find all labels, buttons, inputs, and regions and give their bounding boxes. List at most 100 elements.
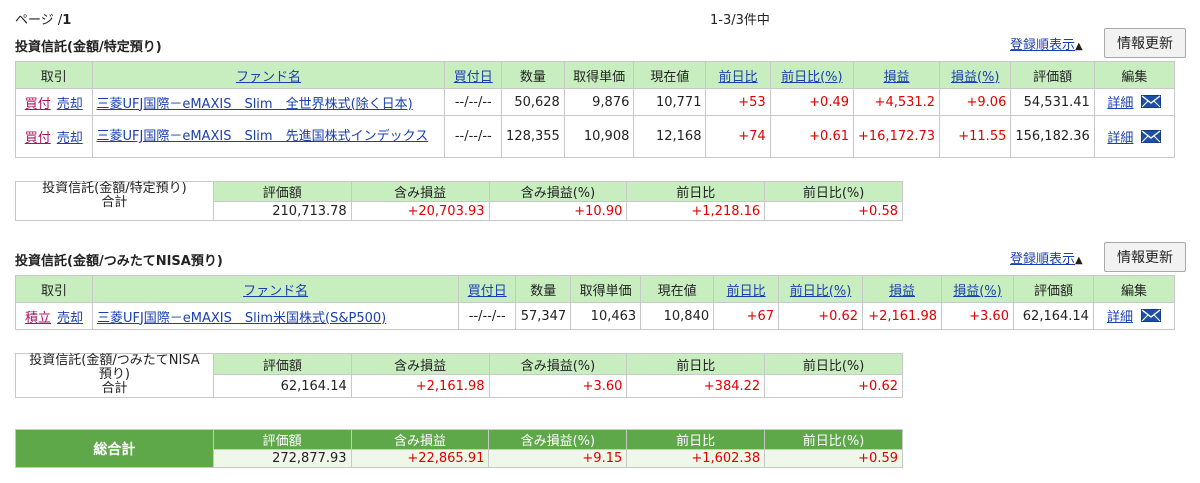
- col-pnl[interactable]: 損益: [852, 61, 941, 89]
- day-change-cell: +67: [713, 302, 780, 330]
- day-change-cell: +74: [705, 115, 771, 158]
- fund-table-tokutei: 取引 ファンド名 買付日 数量 取得単価 現在値 前日比 前日比(%) 損益 損…: [15, 61, 1176, 158]
- table-row: 積立 売却 三菱UFJ国際－eMAXIS Slim米国株式(S&P500) --/…: [15, 302, 1176, 330]
- summary-label-line: 合計: [101, 381, 128, 396]
- quantity-cell: 57,347: [515, 302, 572, 330]
- order-link-2[interactable]: 登録順表示▲: [1010, 248, 1083, 267]
- summary-label-line: 投資信託(金額/つみたてNISA: [29, 353, 200, 368]
- summary-label-line: 投資信託(金額/特定預り): [42, 181, 187, 196]
- col-fund-name[interactable]: ファンド名: [91, 61, 446, 89]
- edit-cell: 詳細: [1093, 115, 1176, 158]
- summary-day-change-pct: +0.62: [764, 374, 903, 398]
- col-current-price: 現在値: [640, 275, 715, 303]
- page-indicator: ページ /1: [15, 9, 71, 28]
- fund-name-link[interactable]: 三菱UFJ国際－eMAXIS Slim 全世界株式(除く日本): [97, 97, 413, 112]
- order-link-label[interactable]: 登録順表示: [1010, 252, 1075, 267]
- day-change-cell: +53: [705, 88, 771, 116]
- summary-unrealized-pct: +3.60: [488, 374, 628, 398]
- refresh-button[interactable]: 情報更新: [1104, 28, 1186, 58]
- col-fund-name[interactable]: ファンド名: [91, 275, 460, 303]
- grand-total-table: 総合計 評価額 含み損益 含み損益(%) 前日比 前日比(%) 272,877.…: [15, 429, 903, 468]
- detail-link[interactable]: 詳細: [1107, 310, 1133, 325]
- summary-header-row: 投資信託(金額/つみたてNISA 預り) 合計 評価額 含み損益 含み損益(%) 前…: [15, 353, 903, 398]
- current-price-cell: 12,168: [633, 115, 707, 158]
- buy-link[interactable]: 買付: [25, 97, 51, 112]
- col-day-change[interactable]: 前日比: [705, 61, 771, 89]
- day-change-pct-cell: +0.61: [769, 115, 855, 158]
- col-trade: 取引: [15, 61, 93, 89]
- col-valuation: 評価額: [1012, 275, 1094, 303]
- day-change-pct-cell: +0.49: [769, 88, 855, 116]
- day-change-pct-cell: +0.62: [778, 302, 864, 330]
- quantity-cell: 50,628: [501, 88, 565, 116]
- grand-col-unrealized: 含み損益: [350, 429, 490, 450]
- pnl-pct-cell: +11.55: [939, 115, 1012, 158]
- detail-link[interactable]: 詳細: [1107, 96, 1133, 111]
- sell-link[interactable]: 売却: [57, 311, 83, 326]
- order-link-label[interactable]: 登録順表示: [1010, 38, 1075, 53]
- summary-header-row: 投資信託(金額/特定預り) 合計 評価額 含み損益 含み損益(%) 前日比 前日比…: [15, 181, 903, 221]
- summary-label-line: 預り): [98, 367, 130, 382]
- sell-link[interactable]: 売却: [57, 131, 83, 146]
- table-header-row: 取引 ファンド名 買付日 数量 取得単価 現在値 前日比 前日比(%) 損益 損…: [15, 61, 1176, 89]
- col-pnl-pct[interactable]: 損益(%): [941, 275, 1014, 303]
- summary-unrealized-pct: +10.90: [488, 201, 628, 221]
- col-day-change[interactable]: 前日比: [713, 275, 780, 303]
- table-header-row: 取引 ファンド名 買付日 数量 取得単価 現在値 前日比 前日比(%) 損益 損…: [15, 275, 1176, 303]
- section-title-nisa: 投資信託(金額/つみたてNISA預り): [15, 254, 223, 269]
- mail-icon[interactable]: [1140, 309, 1161, 326]
- buy-link[interactable]: 買付: [25, 131, 51, 146]
- col-edit: 編集: [1092, 275, 1176, 303]
- summary-day-change: +1,218.16: [626, 201, 766, 221]
- summary-day-change: +384.22: [626, 374, 766, 398]
- col-pnl-pct[interactable]: 損益(%): [939, 61, 1012, 89]
- fund-table-nisa: 取引 ファンド名 買付日 数量 取得単価 現在値 前日比 前日比(%) 損益 損…: [15, 275, 1176, 330]
- summary-valuation: 210,713.78: [212, 201, 352, 221]
- mail-icon[interactable]: [1141, 129, 1162, 147]
- fund-name-cell[interactable]: 三菱UFJ国際－eMAXIS Slim 全世界株式(除く日本): [91, 88, 446, 116]
- col-pnl[interactable]: 損益: [862, 275, 943, 303]
- sort-arrow-icon: ▲: [1075, 255, 1083, 266]
- grand-col-day-change-pct: 前日比(%): [764, 429, 903, 450]
- col-day-change-pct[interactable]: 前日比(%): [769, 61, 855, 89]
- col-buy-date[interactable]: 買付日: [458, 275, 517, 303]
- col-quantity: 数量: [515, 275, 572, 303]
- col-trade: 取引: [15, 275, 93, 303]
- edit-cell: 詳細: [1093, 88, 1176, 116]
- grand-col-valuation: 評価額: [212, 429, 352, 450]
- current-price-cell: 10,840: [640, 302, 715, 330]
- summary-col-day-change: 前日比: [626, 181, 766, 202]
- summary-col-day-change: 前日比: [626, 353, 766, 375]
- grand-col-unrealized-pct: 含み損益(%): [488, 429, 628, 450]
- valuation-cell: 156,182.36: [1010, 115, 1095, 158]
- col-current-price: 現在値: [633, 61, 707, 89]
- col-day-change-pct[interactable]: 前日比(%): [778, 275, 864, 303]
- summary-col-valuation: 評価額: [212, 181, 352, 202]
- result-count: 1-3/3件中: [710, 13, 770, 28]
- fund-name-link[interactable]: 三菱UFJ国際－eMAXIS Slim 先進国株式インデックス: [97, 129, 429, 144]
- pnl-pct-cell: +3.60: [941, 302, 1014, 330]
- pnl-pct-cell: +9.06: [939, 88, 1012, 116]
- acq-price-cell: 9,876: [563, 88, 635, 116]
- grand-day-change: +1,602.38: [626, 449, 766, 468]
- order-link-1[interactable]: 登録順表示▲: [1010, 34, 1083, 53]
- col-edit: 編集: [1093, 61, 1176, 89]
- grand-col-day-change: 前日比: [626, 429, 766, 450]
- section-title-tokutei: 投資信託(金額/特定預り): [15, 40, 162, 55]
- summary-col-day-change-pct: 前日比(%): [764, 181, 903, 202]
- sell-link[interactable]: 売却: [57, 97, 83, 112]
- summary-col-unrealized-pct: 含み損益(%): [488, 181, 628, 202]
- fund-name-link[interactable]: 三菱UFJ国際－eMAXIS Slim米国株式(S&P500): [97, 311, 386, 326]
- mail-icon[interactable]: [1141, 95, 1162, 112]
- fund-name-cell[interactable]: 三菱UFJ国際－eMAXIS Slim 先進国株式インデックス: [91, 115, 446, 158]
- trade-cell: 積立 売却: [15, 302, 93, 330]
- detail-link[interactable]: 詳細: [1107, 131, 1133, 146]
- pnl-cell: +2,161.98: [862, 302, 943, 330]
- summary-label: 投資信託(金額/特定預り) 合計: [15, 181, 214, 221]
- pnl-cell: +4,531.2: [852, 88, 941, 116]
- fund-name-cell[interactable]: 三菱UFJ国際－eMAXIS Slim米国株式(S&P500): [91, 302, 460, 330]
- refresh-button[interactable]: 情報更新: [1104, 242, 1186, 272]
- col-buy-date[interactable]: 買付日: [444, 61, 503, 89]
- accumulate-link[interactable]: 積立: [25, 311, 51, 326]
- summary-table-tokutei: 投資信託(金額/特定預り) 合計 評価額 含み損益 含み損益(%) 前日比 前日比…: [15, 181, 903, 221]
